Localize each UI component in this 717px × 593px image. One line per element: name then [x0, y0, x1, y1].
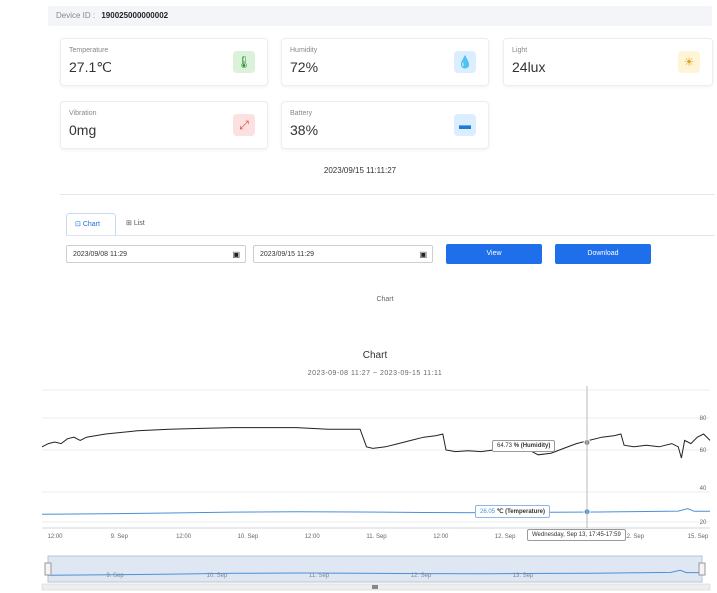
grid-icon: ⊞ [126, 220, 132, 227]
sensor-line-chart[interactable]: 80 60 40 20 12:00 9. Sep 12:00 10. Sep 12:00 11.… [0, 380, 717, 593]
y-tick-label: 40 [700, 486, 707, 492]
x-tick-label: 15. Sep [688, 534, 709, 540]
start-date-value: 2023/09/08 11:29 [73, 251, 127, 258]
device-id-label: Device ID : [56, 11, 96, 20]
chart-subtitle: 2023-09-08 11:27 ~ 2023-09-15 11:11 [307, 370, 443, 377]
tab-list[interactable]: ⊞ List [118, 213, 158, 235]
chart-gridlines [42, 389, 710, 529]
humidity-tooltip-value: 64.73 [497, 443, 513, 449]
navigator-handle-right [698, 562, 706, 576]
tabs-underline [66, 235, 715, 236]
card-value: 27.1℃ [69, 59, 112, 75]
battery-icon: ▬ [454, 114, 476, 136]
y-tick-label: 20 [700, 520, 707, 526]
x-tick-label: 10. Sep [238, 534, 259, 540]
temperature-card: Temperature 27.1℃ 🌡 [60, 38, 268, 86]
device-id-value: 190025000000002 [101, 11, 169, 20]
calendar-icon[interactable]: ▣ [232, 246, 240, 264]
series-line-temperature [41, 508, 710, 515]
humidity-tooltip: 64.73 % (Humidity) [492, 440, 556, 452]
x-tick-label: 12:00 [433, 534, 449, 540]
x-tick-label: 11. Sep [366, 534, 387, 540]
humidity-tooltip-label: % (Humidity) [513, 443, 551, 449]
tab-chart[interactable]: ⊡ Chart [66, 213, 116, 235]
navigator-range [47, 555, 703, 583]
end-date-value: 2023/09/15 11:29 [260, 251, 314, 258]
humidity-card: Humidity 72% 💧 [281, 38, 489, 86]
tab-list-label: List [133, 220, 145, 227]
vibration-card: Vibration 0mg ⤢ [60, 101, 268, 149]
y-tick-label: 80 [700, 416, 707, 422]
card-label: Light [512, 47, 528, 54]
card-label: Temperature [69, 47, 109, 54]
time-tooltip: Wednesday, Sep 13, 17:45-17:59 [527, 529, 626, 541]
chart-y-ticks: 80 60 40 20 [700, 416, 707, 526]
section-divider [60, 194, 715, 195]
navigator-label: 9. Sep [106, 573, 124, 579]
tab-chart-label: Chart [82, 221, 100, 228]
x-tick-label: 12:00 [47, 534, 63, 540]
view-button[interactable]: View [446, 244, 542, 264]
navigator-label: 13. Sep [513, 573, 534, 579]
calendar-icon[interactable]: ▣ [419, 246, 427, 264]
thermometer-icon: 🌡 [233, 51, 255, 73]
chart-section-label: Chart [376, 296, 394, 303]
temperature-tooltip-value: 26.05 [480, 509, 496, 515]
navigator-label: 12. Sep [411, 573, 432, 579]
card-value: 0mg [69, 122, 97, 138]
device-id-bar: Device ID : 190025000000002 [48, 6, 712, 26]
chart-navigator[interactable]: 9. Sep 10. Sep 11. Sep 12. Sep 13. Sep [41, 555, 711, 591]
x-tick-label: 12. Sep [495, 534, 516, 540]
card-label: Humidity [290, 47, 318, 54]
card-value: 72% [290, 59, 319, 75]
chart-series [41, 427, 711, 516]
sun-icon: ☀ [678, 51, 700, 73]
navigator-handle-left [44, 562, 52, 576]
x-tick-label: 12:00 [305, 534, 321, 540]
temperature-tooltip-label: ℃ (Temperature) [496, 509, 545, 515]
temperature-tooltip: 26.05 ℃ (Temperature) [475, 505, 550, 518]
battery-card: Battery 38% ▬ [281, 101, 489, 149]
x-tick-label: 12. Sep [623, 534, 644, 540]
vibration-icon: ⤢ [233, 114, 255, 136]
chart-icon: ⊡ [75, 221, 81, 228]
card-value: 38% [290, 122, 319, 138]
navigator-label: 11. Sep [309, 573, 330, 579]
scrollbar-grip [372, 585, 378, 589]
start-date-input[interactable]: 2023/09/08 11:29 ▣ [66, 245, 246, 263]
download-button[interactable]: Download [555, 244, 651, 264]
last-update-timestamp: 2023/09/15 11:11:27 [323, 166, 397, 175]
x-tick-label: 12:00 [176, 534, 192, 540]
card-value: 24lux [512, 59, 546, 75]
droplet-icon: 💧 [454, 51, 476, 73]
x-tick-label: 9. Sep [111, 534, 129, 540]
navigator-label: 10. Sep [207, 573, 228, 579]
card-label: Battery [290, 110, 313, 117]
card-label: Vibration [69, 110, 97, 117]
y-tick-label: 60 [700, 448, 707, 454]
light-card: Light 24lux ☀ [503, 38, 713, 86]
chart-title: Chart [362, 350, 388, 361]
end-date-input[interactable]: 2023/09/15 11:29 ▣ [253, 245, 433, 263]
series-line-humidity [41, 427, 711, 459]
